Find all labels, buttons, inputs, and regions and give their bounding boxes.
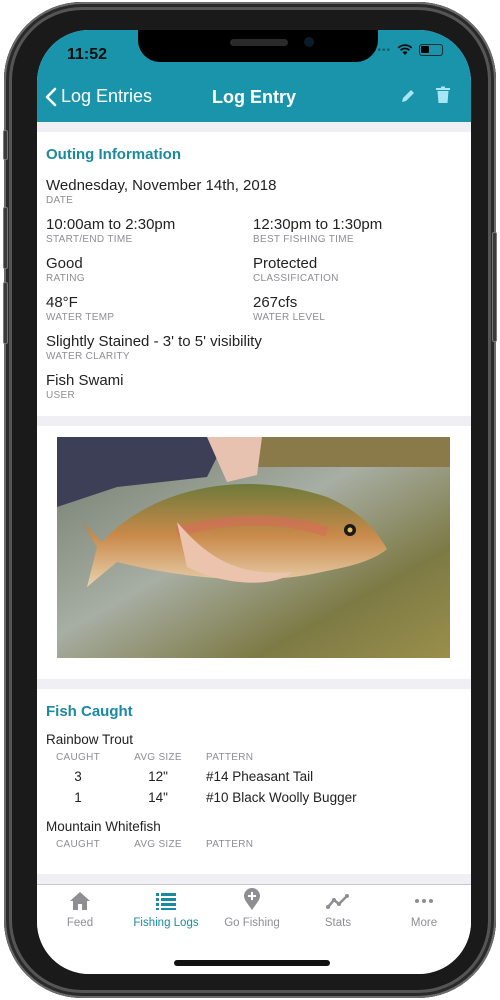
classification-field: Protected CLASSIFICATION	[253, 255, 460, 285]
notch	[138, 30, 378, 62]
tab-stats[interactable]: Stats	[295, 891, 381, 929]
top-spacer	[37, 122, 471, 132]
column-header: CAUGHT	[55, 839, 101, 850]
tab-label: More	[410, 917, 438, 929]
field-label: RATING	[46, 273, 85, 284]
field-value: Slightly Stained - 3' to 5' visibility	[46, 333, 262, 350]
volume-up-button	[3, 207, 8, 269]
section-divider	[37, 416, 471, 426]
avg-size-cell: 12"	[148, 769, 168, 784]
rating-field: Good RATING	[46, 255, 253, 285]
field-value: 12:30pm to 1:30pm	[253, 216, 383, 233]
caught-cell: 1	[74, 790, 82, 805]
tab-bar: Feed Fishing Logs Go Fishing Stats More	[37, 884, 471, 974]
species-name: Mountain Whitefish	[46, 819, 161, 834]
tab-label: Go Fishing	[224, 917, 280, 929]
date-field: Wednesday, November 14th, 2018 DATE	[46, 177, 462, 207]
photo-section	[37, 426, 471, 679]
field-label: WATER LEVEL	[253, 312, 326, 323]
water-clarity-field: Slightly Stained - 3' to 5' visibility W…	[46, 333, 462, 363]
field-value: Good	[46, 255, 83, 272]
map-pin-plus-icon	[244, 888, 260, 910]
table-row: 3 12" #14 Pheasant Tail	[46, 767, 357, 788]
tab-more[interactable]: More	[381, 891, 467, 929]
tab-label: Feed	[66, 917, 94, 929]
outing-information-section: Outing Information Wednesday, November 1…	[37, 132, 471, 416]
side-button	[3, 130, 8, 160]
volume-down-button	[3, 282, 8, 344]
section-title: Outing Information	[46, 146, 181, 163]
catch-photo[interactable]	[57, 437, 450, 658]
column-header: CAUGHT	[55, 752, 101, 763]
edit-button[interactable]	[399, 87, 417, 110]
field-value: 48°F	[46, 294, 78, 311]
species-name: Rainbow Trout	[46, 732, 134, 747]
wifi-icon	[397, 44, 413, 55]
fish-caught-section: Fish Caught Rainbow Trout CAUGHT AVG SIZ…	[37, 689, 471, 874]
field-label: WATER TEMP	[46, 312, 115, 323]
section-title: Fish Caught	[46, 703, 133, 720]
section-divider	[37, 679, 471, 689]
field-label: USER	[46, 390, 75, 401]
tab-label: Fishing Logs	[133, 917, 199, 929]
column-header: AVG SIZE	[134, 752, 182, 763]
avg-size-cell: 14"	[148, 790, 168, 805]
line-chart-icon	[326, 894, 349, 909]
column-header: AVG SIZE	[134, 839, 182, 850]
tab-label: Stats	[324, 917, 352, 929]
list-icon	[156, 893, 176, 910]
tab-feed[interactable]: Feed	[37, 891, 123, 929]
pattern-cell: #10 Black Woolly Bugger	[206, 790, 357, 805]
tab-fishing-logs[interactable]: Fishing Logs	[123, 891, 209, 929]
field-label: WATER CLARITY	[46, 351, 130, 362]
field-value: 10:00am to 2:30pm	[46, 216, 176, 233]
scroll-content[interactable]: Outing Information Wednesday, November 1…	[37, 122, 471, 922]
caught-cell: 3	[74, 769, 82, 784]
water-level-field: 267cfs WATER LEVEL	[253, 294, 460, 324]
home-icon	[70, 892, 90, 910]
phone-frame: 11:52 •••• Log Entries Log Entry Outing …	[3, 2, 497, 998]
column-header: PATTERN	[206, 752, 254, 763]
table-header-row: CAUGHT AVG SIZE PATTERN	[46, 839, 253, 854]
power-button	[492, 232, 497, 342]
field-label: START/END TIME	[46, 234, 133, 245]
status-time: 11:52	[67, 46, 108, 63]
column-header: PATTERN	[206, 839, 254, 850]
field-value: 267cfs	[253, 294, 298, 311]
status-icons: ••••	[373, 44, 443, 56]
table-row: 1 14" #10 Black Woolly Bugger	[46, 788, 357, 809]
pencil-icon	[402, 90, 414, 102]
more-icon	[415, 899, 433, 903]
start-end-time-field: 10:00am to 2:30pm START/END TIME	[46, 216, 253, 246]
pattern-cell: #14 Pheasant Tail	[206, 769, 314, 784]
field-label: BEST FISHING TIME	[253, 234, 354, 245]
battery-icon	[419, 44, 443, 56]
trash-icon	[436, 86, 450, 103]
catch-table: CAUGHT AVG SIZE PATTERN	[46, 839, 253, 854]
field-label: CLASSIFICATION	[253, 273, 339, 284]
field-value: Protected	[253, 255, 318, 272]
speaker	[230, 39, 288, 46]
water-temp-field: 48°F WATER TEMP	[46, 294, 253, 324]
user-field: Fish Swami USER	[46, 372, 462, 402]
screen: 11:52 •••• Log Entries Log Entry Outing …	[37, 30, 471, 974]
delete-button[interactable]	[435, 86, 451, 109]
tab-go-fishing[interactable]: Go Fishing	[209, 888, 295, 929]
field-label: DATE	[46, 195, 74, 206]
front-camera	[304, 37, 314, 47]
field-value: Fish Swami	[46, 372, 124, 389]
best-fishing-time-field: 12:30pm to 1:30pm BEST FISHING TIME	[253, 216, 460, 246]
catch-table: CAUGHT AVG SIZE PATTERN 3 12" #14 Pheasa…	[46, 752, 357, 809]
table-header-row: CAUGHT AVG SIZE PATTERN	[46, 752, 357, 767]
home-indicator[interactable]	[174, 960, 330, 966]
field-value: Wednesday, November 14th, 2018	[46, 177, 277, 194]
